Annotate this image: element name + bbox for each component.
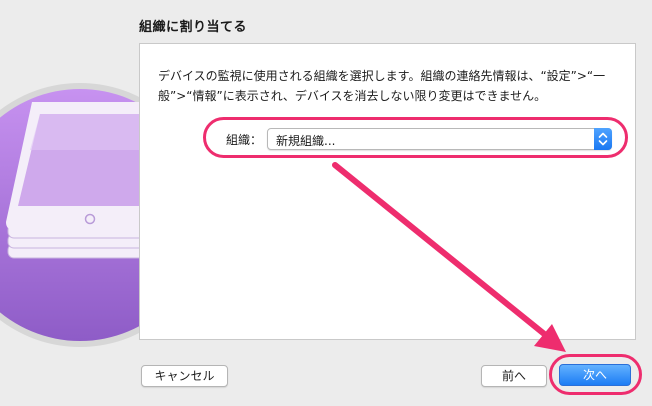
content-panel: デバイスの監視に使用される組織を選択します。組織の連絡先情報は、“設定”>“一般… bbox=[139, 43, 636, 340]
back-button[interactable]: 前へ bbox=[481, 365, 547, 387]
cancel-button[interactable]: キャンセル bbox=[141, 365, 228, 387]
annotation-highlight-organization bbox=[203, 117, 628, 158]
page-title: 組織に割り当てる bbox=[139, 20, 248, 35]
assign-organization-window: 組織に割り当てる デバイスの監視に使用される組織を選択します。組織の連絡先情報は… bbox=[0, 0, 652, 406]
next-button[interactable]: 次へ bbox=[559, 364, 631, 386]
description-text: デバイスの監視に使用される組織を選択します。組織の連絡先情報は、“設定”>“一般… bbox=[158, 69, 606, 103]
